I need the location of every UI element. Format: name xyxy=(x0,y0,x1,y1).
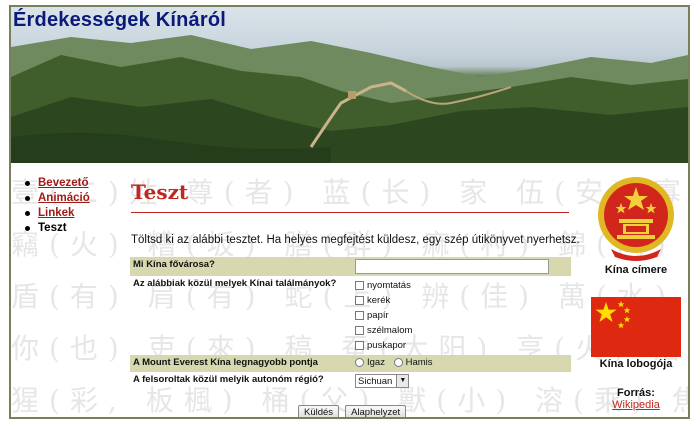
nav-item-teszt: Teszt xyxy=(25,221,90,236)
capital-input[interactable] xyxy=(355,259,549,274)
chevron-down-icon[interactable]: ▼ xyxy=(396,375,409,387)
checkbox[interactable] xyxy=(355,281,364,290)
radio-icon[interactable] xyxy=(393,358,403,367)
nav-link-animacio[interactable]: Animáció xyxy=(38,191,90,206)
wikipedia-link[interactable]: Wikipedia xyxy=(583,399,688,411)
emblem-caption: Kína címere xyxy=(604,264,668,276)
quiz-row-region: A felsoroltak közül melyik autonóm régió… xyxy=(130,372,571,390)
checkbox[interactable] xyxy=(355,341,364,350)
great-wall-banner: Érdekességek Kínáról xyxy=(11,7,688,163)
quiz-form: Mi Kína fővárosa? Az alábbiak közül mely… xyxy=(130,257,571,390)
quiz-row-inventions: Az alábbiak közül melyek Kínai találmány… xyxy=(130,276,571,355)
nav-item-animacio[interactable]: Animáció xyxy=(25,191,90,206)
flag-image xyxy=(591,297,681,357)
quiz-row-capital: Mi Kína fővárosa? xyxy=(130,257,571,276)
side-nav: Bevezető Animáció Linkek Teszt xyxy=(25,176,90,236)
nav-item-linkek[interactable]: Linkek xyxy=(25,206,90,221)
invention-option[interactable]: nyomtatás xyxy=(355,278,568,293)
question-label: Mi Kína fővárosa? xyxy=(130,257,351,276)
intro-text: Töltsd ki az alábbi tesztet. Ha helyes m… xyxy=(131,234,580,246)
checkbox[interactable] xyxy=(355,311,364,320)
invention-option[interactable]: kerék xyxy=(355,293,568,308)
bullet-icon xyxy=(25,181,30,186)
radio-icon[interactable] xyxy=(355,358,364,367)
reset-button[interactable]: Alaphelyzet xyxy=(345,405,407,417)
question-label: A Mount Everest Kína legnagyobb pontja xyxy=(130,355,351,372)
quiz-row-everest: A Mount Everest Kína legnagyobb pontja I… xyxy=(130,355,571,372)
checkbox[interactable] xyxy=(355,326,364,335)
nav-current-teszt: Teszt xyxy=(38,222,67,234)
nav-item-bevezeto[interactable]: Bevezető xyxy=(25,176,90,191)
source-label: Forrás: xyxy=(617,387,655,399)
invention-option[interactable]: puskapor xyxy=(355,338,568,353)
invention-option[interactable]: szélmalom xyxy=(355,323,568,338)
emblem-icon xyxy=(595,173,677,263)
source-block: Forrás: Wikipedia xyxy=(583,387,688,411)
nav-link-bevezeto[interactable]: Bevezető xyxy=(38,176,89,191)
side-panel: Kína címere Kína lobogója Forrás: Wikipe… xyxy=(583,173,688,411)
invention-option[interactable]: papír xyxy=(355,308,568,323)
bullet-icon xyxy=(25,226,30,231)
checkbox[interactable] xyxy=(355,296,364,305)
nav-link-linkek[interactable]: Linkek xyxy=(38,206,74,221)
site-title: Érdekességek Kínáról xyxy=(13,9,226,31)
bullet-icon xyxy=(25,211,30,216)
radio-igaz[interactable]: Igaz xyxy=(355,357,385,368)
bullet-icon xyxy=(25,196,30,201)
submit-button[interactable]: Küldés xyxy=(298,405,340,417)
question-label: Az alábbiak közül melyek Kínai találmány… xyxy=(133,278,337,289)
question-label: A felsoroltak közül melyik autonóm régió… xyxy=(133,374,324,385)
radio-hamis[interactable]: Hamis xyxy=(393,357,433,368)
form-buttons: Küldés Alaphelyzet xyxy=(298,405,407,417)
flag-caption: Kína lobogója xyxy=(599,358,673,370)
page-title: Teszt xyxy=(131,180,569,213)
page-frame: Érdekességek Kínáról 壹(二)姓 尊(者) 蓝(长) 家 伍… xyxy=(9,5,690,419)
region-select[interactable]: Sichuan ▼ xyxy=(355,374,410,388)
